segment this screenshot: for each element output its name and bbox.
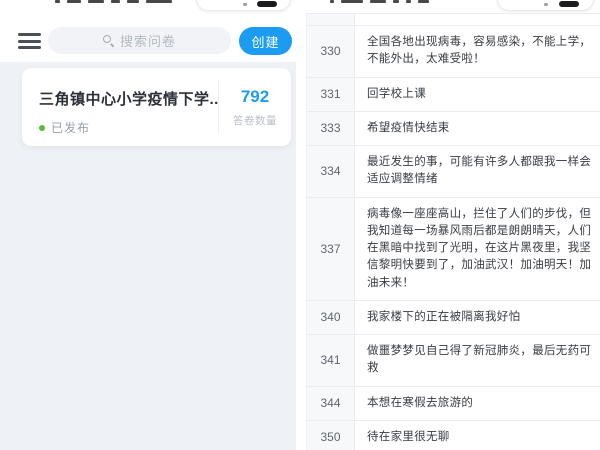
response-count-block: 792 答卷数量 [218, 80, 291, 134]
answer-id: 330 [307, 26, 355, 77]
table-row[interactable]: 334最近发生的事，可能有许多人都跟我一样会适应调整情绪 [306, 146, 600, 198]
capsule-close-icon[interactable] [559, 1, 579, 7]
table-row[interactable]: 330全国各地出现病毒，容易感染，不能上学，不能外出，太难受啦！ [306, 26, 600, 78]
search-icon [103, 35, 114, 46]
capsule-close-icon[interactable] [257, 1, 277, 7]
answers-table-panel: 330全国各地出现病毒，容易感染，不能上学，不能外出，太难受啦！331回学校上课… [305, 0, 600, 450]
status-label: 已发布 [51, 119, 90, 136]
table-row-partial [306, 14, 600, 26]
table-row[interactable]: 344本想在寒假去旅游的 [306, 387, 600, 421]
table-row[interactable]: 333希望疫情快结束 [306, 112, 600, 146]
survey-card[interactable]: 三角镇中心小学疫情下学... 已发布 792 答卷数量 [22, 68, 291, 146]
answer-text: 回学校上课 [355, 78, 600, 111]
answer-text: 本想在寒假去旅游的 [355, 387, 600, 420]
search-placeholder: 搜索问卷 [120, 31, 176, 50]
survey-card-main: 三角镇中心小学疫情下学... 已发布 [22, 68, 218, 146]
capsule-more-icon[interactable] [243, 3, 247, 6]
create-button[interactable]: 创建 [239, 27, 292, 55]
survey-list-panel: 搜索问卷 创建 三角镇中心小学疫情下学... 已发布 792 答卷数量 [0, 0, 296, 450]
answer-text: 最近发生的事，可能有许多人都跟我一样会适应调整情绪 [355, 146, 600, 197]
miniprogram-capsule[interactable] [196, 0, 291, 11]
survey-status: 已发布 [39, 119, 218, 136]
published-dot-icon [39, 125, 45, 131]
response-count-label: 答卷数量 [233, 113, 277, 128]
panel-divider-gap [296, 0, 305, 450]
table-row[interactable]: 331回学校上课 [306, 78, 600, 112]
left-top-bar: 搜索问卷 创建 [0, 0, 296, 62]
answer-id: 341 [307, 335, 355, 386]
table-row[interactable]: 340我家楼下的正在被隔离我好怕 [306, 301, 600, 335]
capsule-more-icon[interactable] [544, 3, 548, 6]
answer-id: 331 [307, 78, 355, 111]
answer-id: 344 [307, 387, 355, 420]
table-row[interactable]: 337病毒像一座座高山，拦住了人们的步伐，但我知道每一场暴风雨后都是朗朗晴天，人… [306, 198, 600, 301]
table-row[interactable]: 341做噩梦梦见自己得了新冠肺炎，最后无药可救 [306, 335, 600, 387]
miniprogram-capsule[interactable] [497, 0, 594, 11]
table-row[interactable]: 350待在家里很无聊 [306, 421, 600, 450]
two-screenshot-composite: 搜索问卷 创建 三角镇中心小学疫情下学... 已发布 792 答卷数量 [0, 0, 600, 450]
answer-text: 全国各地出现病毒，容易感染，不能上学，不能外出，太难受啦！ [355, 26, 600, 77]
response-count: 792 [241, 87, 269, 107]
answer-id: 334 [307, 146, 355, 197]
survey-title: 三角镇中心小学疫情下学... [39, 88, 218, 109]
answer-text: 待在家里很无聊 [355, 421, 600, 450]
answer-id: 350 [307, 421, 355, 450]
answer-id: 340 [307, 301, 355, 334]
answer-text: 希望疫情快结束 [355, 112, 600, 145]
answer-text: 我家楼下的正在被隔离我好怕 [355, 301, 600, 334]
answer-text: 做噩梦梦见自己得了新冠肺炎，最后无药可救 [355, 335, 600, 386]
answer-id: 337 [307, 198, 355, 300]
statusbar-text-fragment [55, 0, 172, 6]
menu-icon[interactable] [18, 33, 41, 49]
search-input[interactable]: 搜索问卷 [48, 27, 231, 54]
right-top-bar [305, 0, 600, 13]
answer-text: 病毒像一座座高山，拦住了人们的步伐，但我知道每一场暴风雨后都是朗朗晴天，人们在黑… [355, 198, 600, 300]
answer-id: 333 [307, 112, 355, 145]
answers-table: 330全国各地出现病毒，容易感染，不能上学，不能外出，太难受啦！331回学校上课… [306, 13, 600, 450]
statusbar-text-fragment [330, 0, 429, 6]
